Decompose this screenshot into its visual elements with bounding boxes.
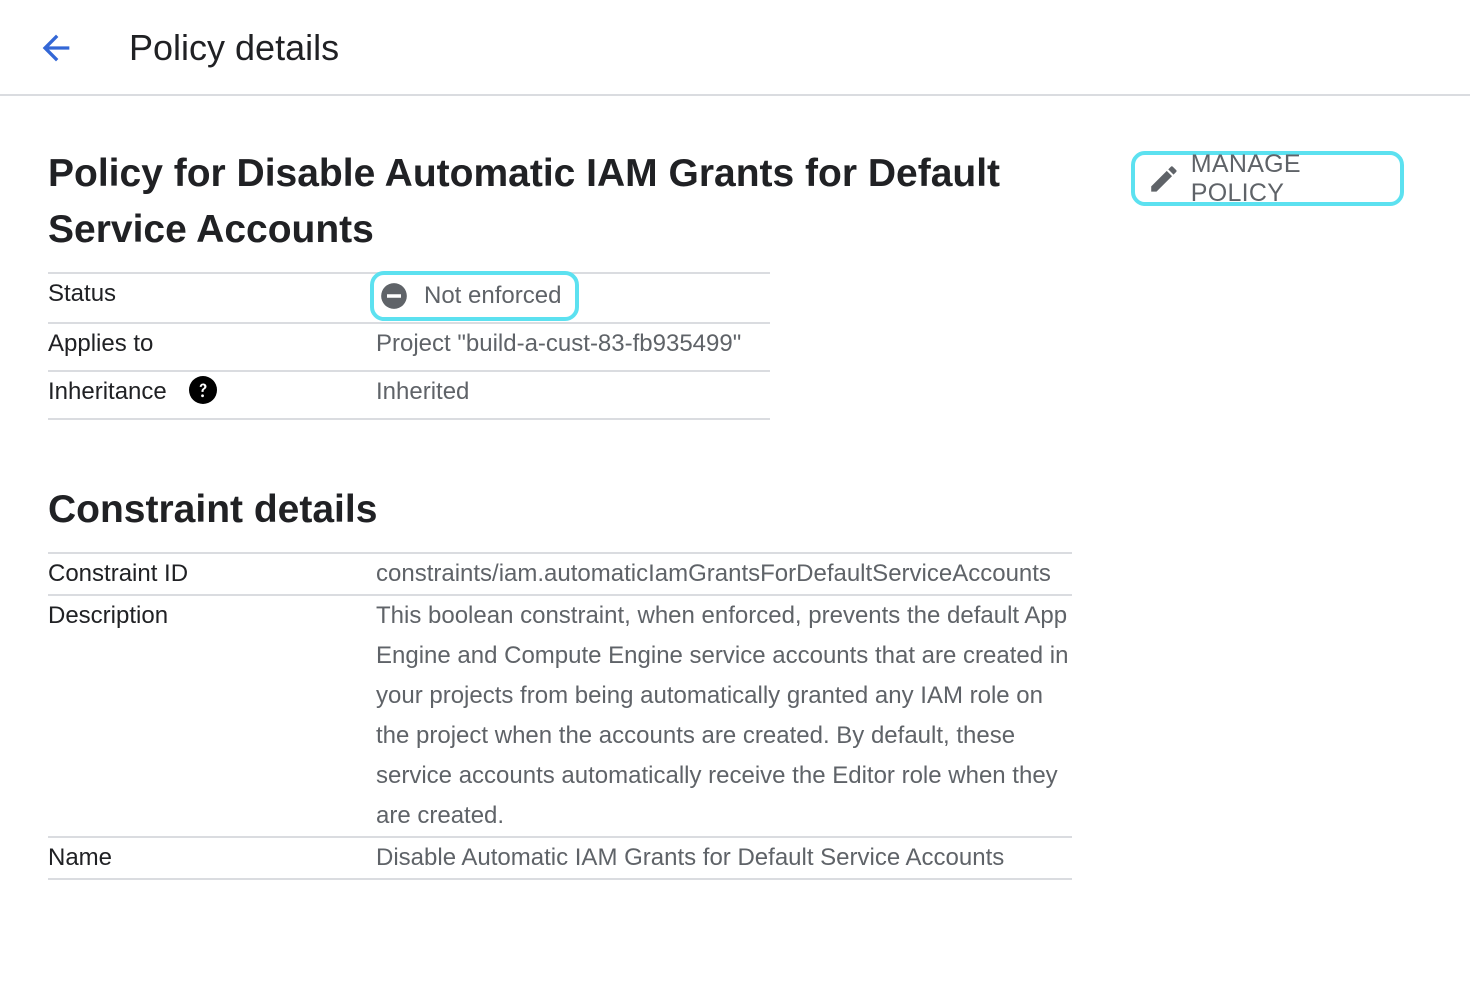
back-button[interactable] (28, 22, 84, 74)
table-row: Status Not enforced (48, 271, 770, 323)
description-value: This boolean constraint, when enforced, … (376, 602, 1069, 829)
table-row: Constraint ID constraints/iam.automaticI… (48, 553, 1072, 595)
status-key: Status (48, 280, 117, 307)
table-row: Inheritance Inherited (48, 371, 770, 419)
inheritance-value: Inherited (376, 378, 470, 405)
top-app-bar: Policy details (0, 0, 1470, 96)
arrow-left-icon (42, 34, 70, 62)
policy-details-table: Status Not enforced Applies to Project "… (48, 271, 770, 420)
applies-to-value: Project "build-a-cust-83-fb935499" (376, 330, 742, 357)
constraint-id-key: Constraint ID (48, 560, 189, 587)
status-badge[interactable]: Not enforced (370, 271, 580, 321)
status-value: Not enforced (424, 282, 562, 309)
manage-policy-label: MANAGE POLICY (1190, 149, 1301, 207)
applies-to-key: Applies to (48, 330, 154, 357)
inheritance-key-cell: Inheritance (48, 371, 376, 419)
constraint-section-title: Constraint details (48, 488, 378, 531)
policy-title: Policy for Disable Automatic IAM Grants … (48, 152, 1001, 251)
table-row: Applies to Project "build-a-cust-83-fb93… (48, 323, 770, 371)
manage-policy-button[interactable]: MANAGE POLICY (1131, 149, 1404, 207)
minus-circle-icon (381, 283, 407, 309)
constraint-details-table: Constraint ID constraints/iam.automaticI… (48, 552, 1072, 880)
inheritance-key: Inheritance (48, 378, 167, 405)
help-circle-icon[interactable] (189, 375, 218, 404)
status-value-cell: Not enforced (370, 271, 770, 323)
table-row: Name Disable Automatic IAM Grants for De… (48, 837, 1072, 879)
name-value: Disable Automatic IAM Grants for Default… (376, 844, 1005, 871)
constraint-id-value: constraints/iam.automaticIamGrantsForDef… (376, 560, 1051, 587)
table-row: Description This boolean constraint, whe… (48, 595, 1072, 837)
page-title: Policy details (129, 27, 340, 68)
description-key: Description (48, 602, 169, 629)
pencil-icon (1151, 165, 1177, 192)
name-key: Name (48, 844, 113, 871)
